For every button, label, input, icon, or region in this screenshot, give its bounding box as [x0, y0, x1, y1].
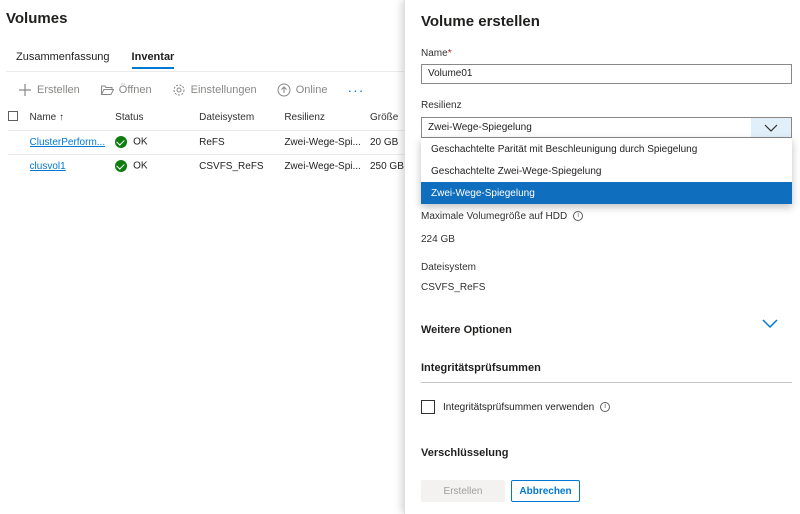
table-header-row: Name ↑ Status Dateisystem Resilienz Größ… [8, 106, 404, 130]
volumes-table: Name ↑ Status Dateisystem Resilienz Größ… [8, 106, 404, 178]
open-command[interactable]: Öffnen [100, 84, 152, 96]
option-nested-two-way-mirror[interactable]: Geschachtelte Zwei-Wege-Spiegelung [421, 160, 792, 182]
size-cell: 20 GB [369, 136, 399, 148]
column-header-name[interactable]: Name ↑ [30, 106, 116, 130]
resilience-cell: Zwei-Wege-Spi... [284, 136, 361, 148]
check-circle-icon [115, 160, 128, 173]
volume-name-link[interactable]: ClusterPerform... [30, 130, 116, 154]
volume-name-input[interactable]: Volume01 [421, 64, 792, 84]
volume-name-link[interactable]: clusvol1 [30, 154, 116, 178]
filesystem-cell: CSVFS_ReFS [199, 160, 264, 172]
option-two-way-mirror[interactable]: Zwei-Wege-Spiegelung [421, 182, 792, 204]
table-row[interactable]: clusvol1 OK CSVFS_ReFS Zwei-Wege-Spi... … [8, 154, 404, 178]
create-volume-panel: Volume erstellen Name* Volume01 Resilien… [404, 0, 800, 514]
max-size-label-text: Maximale Volumegröße auf HDD [421, 211, 568, 222]
name-label-text: Name [421, 48, 448, 59]
gear-icon [173, 84, 185, 96]
panel-title: Volume erstellen [421, 13, 540, 30]
resilience-dropdown: Geschachtelte Parität mit Beschleunigung… [421, 138, 792, 204]
page-title: Volumes [6, 10, 68, 27]
plus-icon [19, 84, 31, 96]
arrow-up-circle-icon [277, 83, 291, 97]
option-nested-parity[interactable]: Geschachtelte Parität mit Beschleunigung… [421, 138, 792, 160]
chevron-down-icon[interactable] [762, 319, 778, 329]
max-size-value: 224 GB [421, 234, 455, 245]
max-size-label: Maximale Volumegröße auf HDD i [421, 211, 584, 222]
settings-command[interactable]: Einstellungen [172, 83, 257, 97]
status-text: OK [133, 136, 148, 148]
integrity-checkbox-label: Integritätsprüfsummen verwenden [443, 401, 595, 413]
online-command-label: Online [295, 84, 328, 96]
open-command-label: Öffnen [118, 84, 152, 96]
column-header-name-label: Name [29, 112, 57, 124]
settings-command-label: Einstellungen [190, 84, 257, 96]
resilience-selected-value: Zwei-Wege-Spiegelung [428, 122, 532, 133]
more-options-heading[interactable]: Weitere Optionen [421, 324, 512, 336]
select-all-checkbox[interactable] [8, 111, 18, 122]
resilience-select[interactable]: Zwei-Wege-Spiegelung [421, 117, 792, 138]
integrity-heading: Integritätsprüfsummen [421, 362, 541, 374]
integrity-checkbox-row: Integritätsprüfsummen verwenden i [421, 400, 611, 414]
sort-ascending-icon: ↑ [59, 112, 65, 124]
resilience-label: Resilienz [421, 100, 462, 111]
tabs-divider [6, 71, 404, 72]
chevron-down-icon[interactable] [751, 118, 791, 137]
encryption-heading: Verschlüsselung [421, 447, 509, 459]
integrity-checkbox[interactable] [421, 400, 435, 414]
select-all-cell [8, 106, 30, 130]
tab-inventory[interactable]: Inventar [131, 51, 175, 69]
status-text: OK [133, 160, 148, 172]
row-checkbox-cell [8, 130, 30, 154]
tab-bar: Zusammenfassung Inventar [16, 51, 175, 69]
create-command-label: Erstellen [37, 84, 80, 96]
online-command[interactable]: Online [277, 83, 328, 97]
column-header-filesystem[interactable]: Dateisystem [199, 106, 284, 130]
required-marker: * [447, 48, 452, 59]
command-bar: Erstellen Öffnen Einstellungen Online ··… [18, 82, 364, 98]
column-header-size[interactable]: Größe [370, 106, 404, 130]
resilience-cell: Zwei-Wege-Spi... [284, 160, 361, 172]
column-header-status[interactable]: Status [115, 106, 199, 130]
more-commands-button[interactable]: ··· [347, 82, 364, 98]
table-row[interactable]: ClusterPerform... OK ReFS Zwei-Wege-Spi.… [8, 130, 404, 154]
folder-open-icon [100, 85, 114, 95]
cancel-button[interactable]: Abbrechen [511, 480, 580, 502]
column-header-resilience[interactable]: Resilienz [284, 106, 370, 130]
tab-summary[interactable]: Zusammenfassung [16, 51, 110, 69]
section-divider [421, 382, 792, 383]
create-command[interactable]: Erstellen [18, 83, 80, 97]
create-button[interactable]: Erstellen [421, 480, 505, 502]
row-checkbox-cell [8, 154, 30, 178]
name-label: Name* [421, 48, 452, 59]
info-icon[interactable]: i [600, 402, 611, 412]
filesystem-cell: ReFS [199, 136, 225, 148]
volumes-page: Volumes Zusammenfassung Inventar Erstell… [0, 0, 404, 514]
status-cell: OK [115, 154, 199, 178]
size-cell: 250 GB [369, 160, 404, 172]
check-circle-icon [115, 136, 128, 148]
info-icon[interactable]: i [573, 211, 584, 222]
filesystem-label: Dateisystem [421, 262, 477, 273]
filesystem-value: CSVFS_ReFS [421, 282, 486, 293]
status-cell: OK [115, 130, 199, 154]
